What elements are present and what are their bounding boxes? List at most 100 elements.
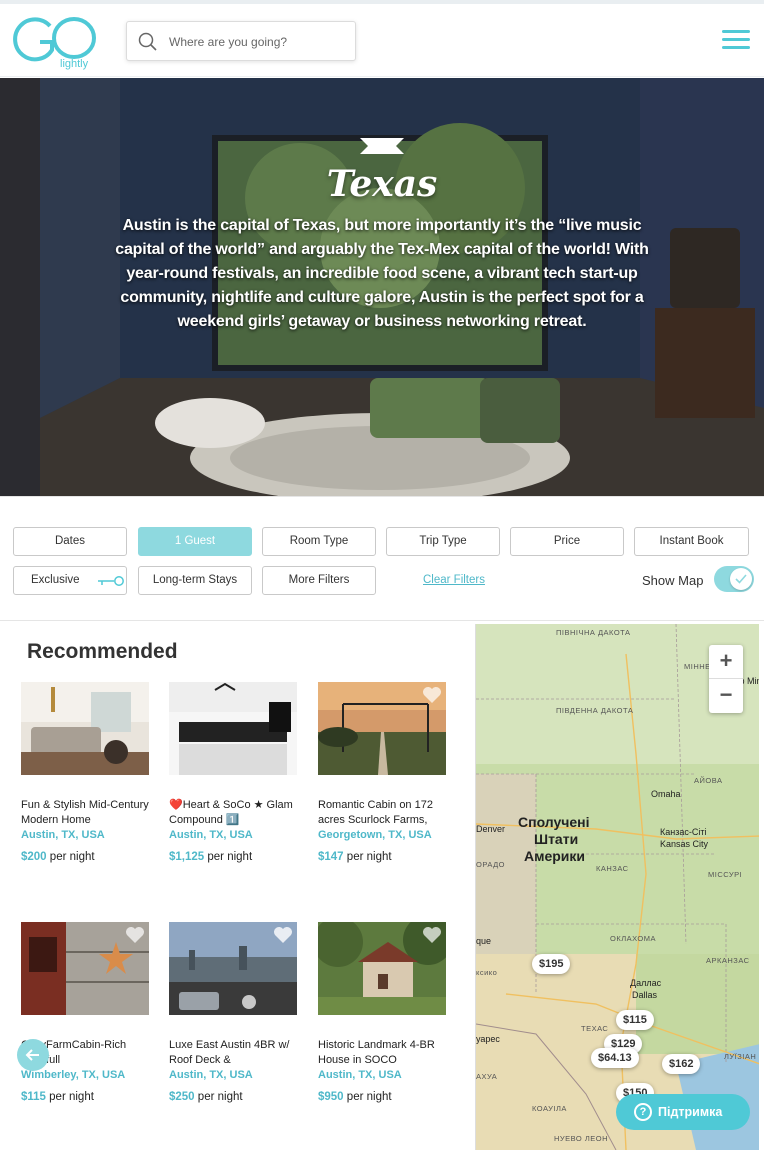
listing-price: $200 (21, 851, 47, 863)
listing-price: $115 (21, 1091, 46, 1103)
show-map-toggle[interactable] (714, 566, 754, 592)
listing-photo[interactable] (318, 682, 446, 775)
recommended-heading: Recommended (27, 640, 178, 663)
trip-type-filter-button[interactable]: Trip Type (386, 527, 500, 556)
map-label: Америки (524, 848, 586, 864)
golightly-logo[interactable]: lightly (12, 12, 102, 70)
listings-panel: Recommended Fun & Stylish Mid-Century Mo… (0, 622, 470, 1150)
listing-card[interactable]: Fun & Stylish Mid-Century Modern Home Au… (21, 682, 149, 863)
key-toggle-icon (98, 576, 124, 586)
listing-photo[interactable] (21, 682, 149, 775)
listing-price-line: $115 per night (21, 1091, 149, 1103)
listing-card[interactable]: CozyFarmCabin-Rich Pets,full Wimberley, … (21, 922, 149, 1103)
logo-tagline: lightly (60, 58, 89, 70)
arrow-left-icon (25, 1049, 39, 1061)
map-label: ПІВНІЧНА ДАКОТА (556, 628, 631, 637)
listing-photo[interactable] (21, 922, 149, 1015)
listing-location: Austin, TX, USA (169, 1069, 253, 1081)
back-arrow-button[interactable] (17, 1039, 49, 1071)
search-box[interactable] (126, 21, 356, 61)
map-label: Даллас (630, 978, 662, 988)
heart-icon[interactable] (422, 926, 442, 944)
map-price-pin[interactable]: $115 (616, 1010, 654, 1030)
per-night-label: per night (346, 1091, 392, 1103)
map-label: НУЕВО ЛЕОН (554, 1134, 609, 1143)
hamburger-menu-icon[interactable] (722, 30, 750, 52)
listing-price: $147 (318, 851, 344, 863)
map-price-pin[interactable]: $64.13 (591, 1048, 639, 1068)
search-icon (138, 32, 157, 51)
clear-filters-link[interactable]: Clear Filters (423, 574, 485, 586)
listing-price-line: $950 per night (318, 1091, 446, 1103)
map-label: que (476, 936, 492, 946)
map-label: уарес (476, 1034, 500, 1044)
listing-card[interactable]: Romantic Cabin on 172 acres Scurlock Far… (318, 682, 446, 863)
listing-price: $950 (318, 1091, 344, 1103)
listing-location: Austin, TX, USA (318, 1069, 402, 1081)
zoom-in-button[interactable]: + (709, 645, 743, 679)
zoom-out-button[interactable]: − (709, 679, 743, 713)
exclusive-label: Exclusive (31, 574, 80, 586)
listing-location: Austin, TX, USA (169, 829, 253, 841)
map-label: ОРАДО (476, 860, 505, 869)
help-icon: ? (634, 1103, 652, 1121)
hero-banner: Texas Austin is the capital of Texas, bu… (0, 78, 764, 496)
map-label: Kansas City (660, 839, 709, 849)
listing-location: Austin, TX, USA (21, 829, 105, 841)
map-price-pin[interactable]: $162 (662, 1054, 701, 1074)
room-type-filter-button[interactable]: Room Type (262, 527, 376, 556)
checkmark-icon (735, 574, 747, 584)
listing-price-line: $250 per night (169, 1091, 297, 1103)
instant-book-filter-button[interactable]: Instant Book (634, 527, 749, 556)
guests-filter-button[interactable]: 1 Guest (138, 527, 252, 556)
listing-photo[interactable] (169, 922, 297, 1015)
support-button[interactable]: ? Підтримка (616, 1094, 750, 1130)
map-label: КАНЗАС (596, 864, 629, 873)
price-filter-button[interactable]: Price (510, 527, 624, 556)
map-zoom-control: + − (709, 645, 743, 713)
map-label: АРКАНЗАС (706, 956, 750, 965)
map-label: ТЕХАС (581, 1024, 609, 1033)
heart-icon[interactable] (125, 926, 145, 944)
site-header: lightly (0, 4, 764, 77)
map-label: Штати (534, 831, 579, 847)
listing-name[interactable]: Luxe East Austin 4BR w/ Roof Deck & (169, 1038, 297, 1068)
map-label: АЙОВА (694, 776, 723, 785)
map-label: Omaha (651, 789, 681, 799)
map-label: ЛУЇЗІАН (724, 1052, 757, 1061)
hero-title: Texas (326, 163, 438, 205)
dates-filter-button[interactable]: Dates (13, 527, 127, 556)
listing-price: $1,125 (169, 851, 205, 863)
heart-icon[interactable] (273, 926, 293, 944)
map-label: АХУА (476, 1072, 498, 1081)
long-term-stays-button[interactable]: Long-term Stays (138, 566, 252, 595)
listing-name[interactable]: ❤️Heart & SoCo ★ Glam Compound 1️⃣ (169, 798, 297, 828)
listing-photo[interactable] (169, 682, 297, 775)
listing-card[interactable]: Historic Landmark 4-BR House in SOCO Aus… (318, 922, 446, 1103)
per-night-label: per night (49, 851, 95, 863)
heart-icon[interactable] (422, 686, 442, 704)
support-label: Підтримка (658, 1105, 723, 1119)
listing-name[interactable]: Fun & Stylish Mid-Century Modern Home (21, 798, 149, 828)
map-label: КОАУІЛА (532, 1104, 567, 1113)
listing-name[interactable]: Historic Landmark 4-BR House in SOCO (318, 1038, 446, 1068)
per-night-label: per night (197, 1091, 243, 1103)
more-filters-button[interactable]: More Filters (262, 566, 376, 595)
listing-photo[interactable] (318, 922, 446, 1015)
listing-price: $250 (169, 1091, 195, 1103)
filter-bar: Dates 1 Guest Room Type Trip Type Price … (0, 496, 764, 621)
hero-description: Austin is the capital of Texas, but more… (115, 217, 649, 330)
listing-price-line: $200 per night (21, 851, 149, 863)
search-input[interactable] (169, 30, 349, 54)
listing-name[interactable]: Romantic Cabin on 172 acres Scurlock Far… (318, 798, 446, 828)
per-night-label: per night (207, 851, 253, 863)
map-price-pin[interactable]: $195 (532, 954, 571, 974)
listing-card[interactable]: Luxe East Austin 4BR w/ Roof Deck & Aust… (169, 922, 297, 1103)
map-panel[interactable]: ПІВНІЧНА ДАКОТА ПІВДЕННА ДАКОТА МІННЕСОТ… (475, 624, 759, 1150)
listing-location: Georgetown, TX, USA (318, 829, 432, 841)
map-label: Denver (476, 824, 506, 834)
listing-card[interactable]: ❤️Heart & SoCo ★ Glam Compound 1️⃣ Austi… (169, 682, 297, 863)
per-night-label: per night (346, 851, 392, 863)
map-label: Сполучені (518, 814, 590, 830)
exclusive-filter-button[interactable]: Exclusive (13, 566, 127, 595)
